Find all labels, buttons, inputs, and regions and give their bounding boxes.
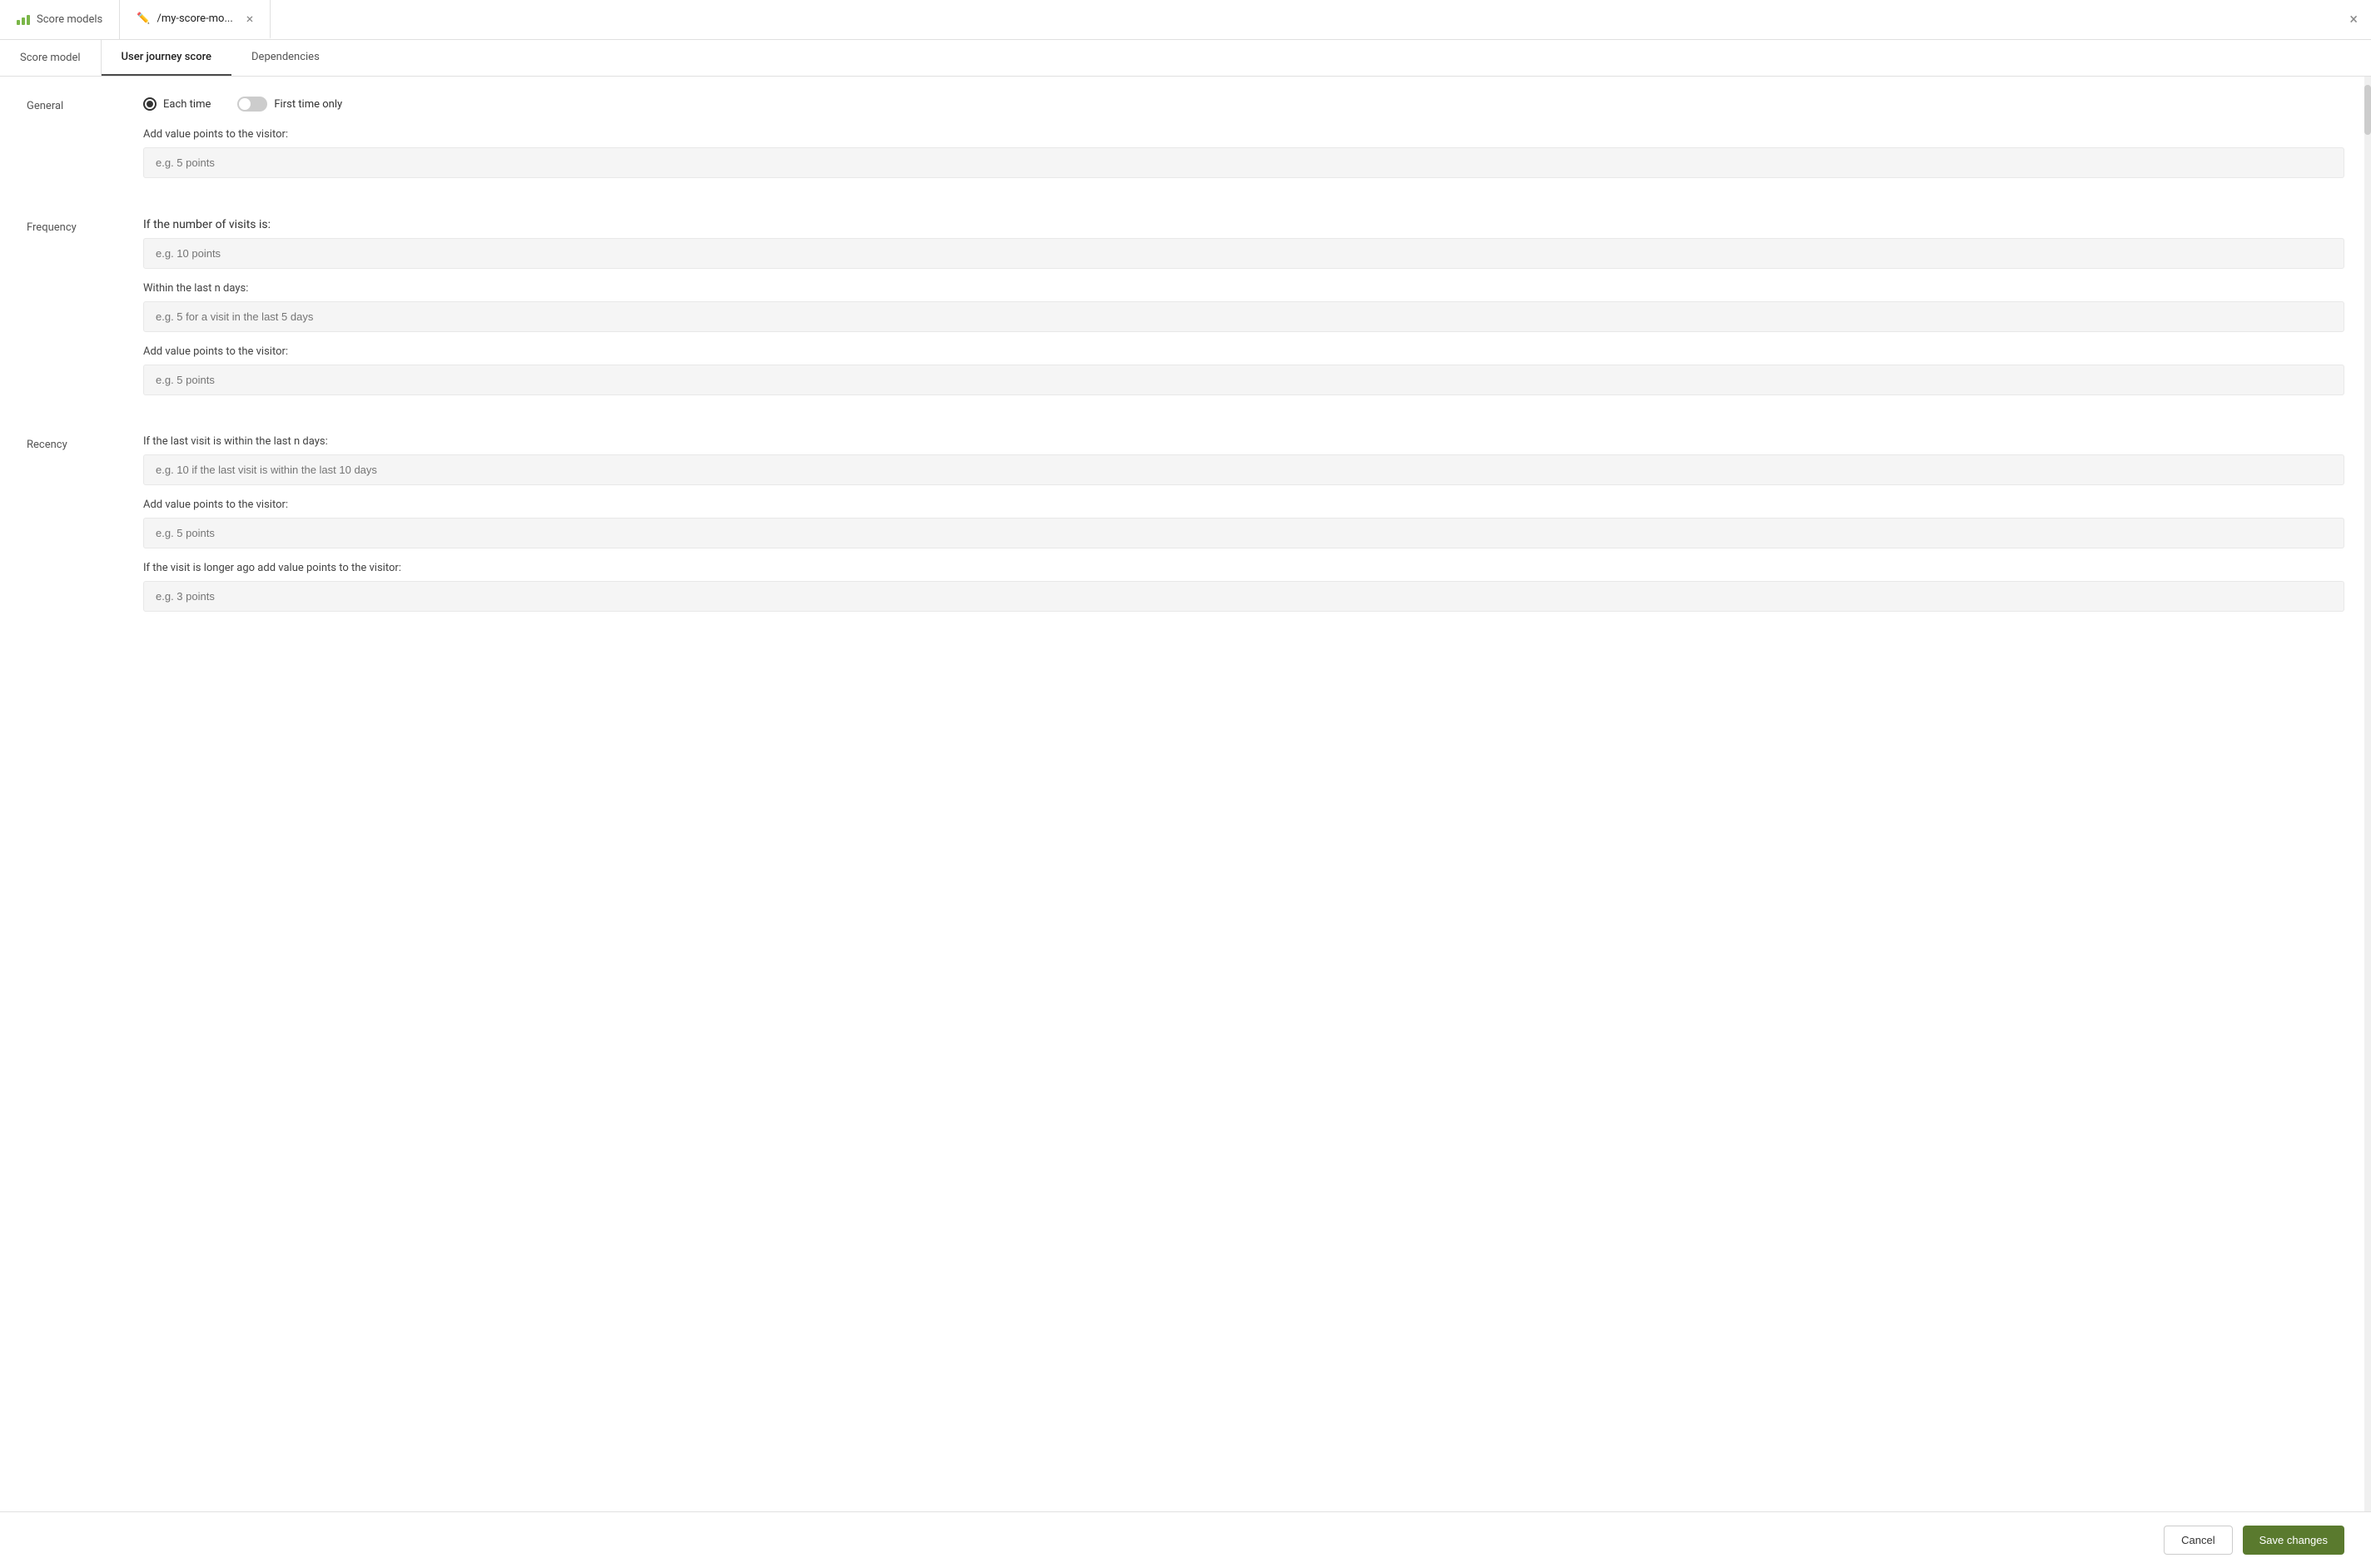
tab-score-models[interactable]: Score models [0,0,120,39]
radio-group: Each time First time only [143,97,2344,112]
general-section: General Each time First time only [27,97,2344,191]
recency-content: If the last visit is within the last n d… [143,435,2344,625]
radio-circle-each-time [143,97,157,111]
main-close-button[interactable]: × [2336,0,2371,39]
save-button[interactable]: Save changes [2243,1526,2344,1555]
scrollbar-track [2364,77,2371,1511]
edit-icon: ✏️ [137,12,150,25]
bottom-bar: Cancel Save changes [0,1511,2371,1568]
radio-first-time-label: First time only [274,98,342,111]
frequency-content: If the number of visits is: Within the l… [143,218,2344,409]
radio-each-time-label: Each time [163,98,211,111]
add-value-input-frequency[interactable] [143,365,2344,395]
general-label: General [27,97,143,191]
content-wrapper: General Each time First time only [0,77,2371,1511]
radio-each-time[interactable]: Each time [143,97,211,111]
general-content: Each time First time only Add value poin… [143,97,2344,191]
last-visit-label: If the last visit is within the last n d… [143,435,2344,448]
frequency-label: Frequency [27,218,143,409]
tab-active-label: /my-score-mo... [157,12,232,25]
recency-label: Recency [27,435,143,625]
last-visit-input[interactable] [143,454,2344,485]
score-models-icon [17,15,30,25]
add-value-input-recency[interactable] [143,518,2344,548]
content-area: General Each time First time only [0,77,2371,672]
radio-first-time[interactable]: First time only [237,97,342,112]
recency-section: Recency If the last visit is within the … [27,435,2344,625]
tab-close-icon[interactable]: × [246,12,254,26]
visits-input[interactable] [143,238,2344,269]
visits-label: If the number of visits is: [143,218,2344,231]
longer-ago-input[interactable] [143,581,2344,612]
tab-score-models-label: Score models [37,13,102,26]
add-value-label-recency: Add value points to the visitor: [143,499,2344,511]
tab-bar: Score models ✏️ /my-score-mo... × × [0,0,2371,40]
add-value-label-general: Add value points to the visitor: [143,128,2344,141]
add-value-label-frequency: Add value points to the visitor: [143,345,2344,358]
tab-dependencies[interactable]: Dependencies [231,40,340,76]
scrollbar-thumb[interactable] [2364,85,2371,135]
main-content: General Each time First time only [0,77,2371,1511]
within-days-label: Within the last n days: [143,282,2344,295]
add-value-input-general[interactable] [143,147,2344,178]
score-model-nav-label: Score model [0,40,102,76]
cancel-button[interactable]: Cancel [2164,1526,2232,1555]
longer-ago-label: If the visit is longer ago add value poi… [143,562,2344,574]
app-container: Score models ✏️ /my-score-mo... × × Scor… [0,0,2371,1568]
tab-active-file[interactable]: ✏️ /my-score-mo... × [120,0,271,39]
toggle-first-time[interactable] [237,97,267,112]
secondary-nav: Score model User journey score Dependenc… [0,40,2371,77]
frequency-section: Frequency If the number of visits is: Wi… [27,218,2344,409]
tab-user-journey-score[interactable]: User journey score [102,40,231,76]
within-days-input[interactable] [143,301,2344,332]
